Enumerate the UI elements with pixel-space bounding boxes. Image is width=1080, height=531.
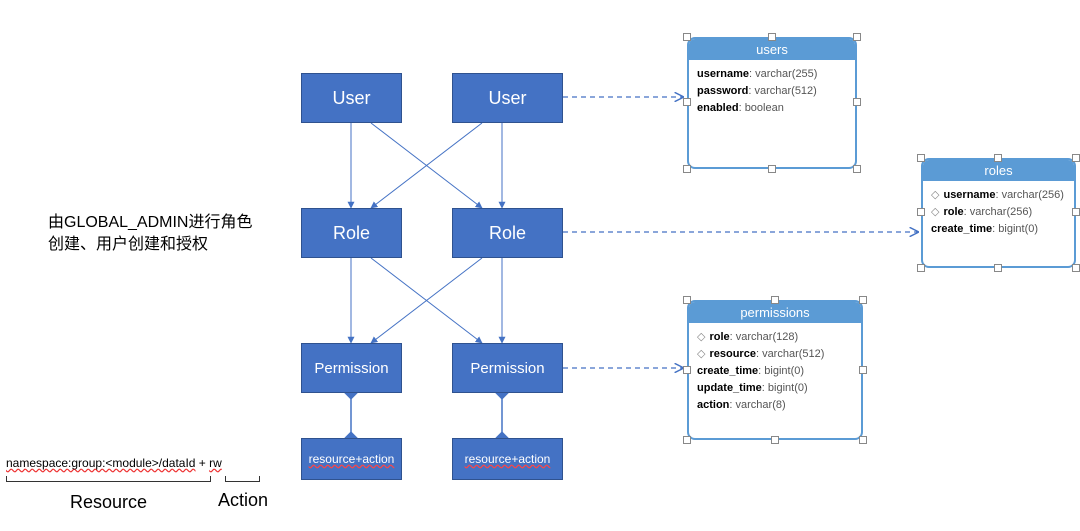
admin-note: 由GLOBAL_ADMIN进行角色创建、用户创建和授权 xyxy=(48,212,268,257)
role-box-2: Role xyxy=(452,208,563,258)
user-box-2: User xyxy=(452,73,563,123)
selection-handle[interactable] xyxy=(994,154,1002,162)
selection-handle[interactable] xyxy=(917,208,925,216)
resource-action-box-1: resource+action xyxy=(301,438,402,480)
db-field: ◇role: varchar(256) xyxy=(931,204,1066,221)
selection-handle[interactable] xyxy=(683,33,691,41)
resource-action-box-2: resource+action xyxy=(452,438,563,480)
db-roles-title: roles xyxy=(923,160,1074,181)
action-pattern: rw xyxy=(209,456,222,470)
db-table-roles: roles ◇username: varchar(256)◇role: varc… xyxy=(921,158,1076,268)
resource-format-line: namespace:group:<module>/dataId + rw xyxy=(6,456,222,470)
db-table-permissions: permissions ◇role: varchar(128)◇resource… xyxy=(687,300,863,440)
db-field: update_time: bigint(0) xyxy=(697,380,853,397)
selection-handle[interactable] xyxy=(859,296,867,304)
db-field: ◇resource: varchar(512) xyxy=(697,346,853,363)
db-field: password: varchar(512) xyxy=(697,83,847,100)
db-users-title: users xyxy=(689,39,855,60)
action-brace xyxy=(225,476,260,482)
user-box-1: User xyxy=(301,73,402,123)
selection-handle[interactable] xyxy=(917,154,925,162)
selection-handle[interactable] xyxy=(683,436,691,444)
db-field: create_time: bigint(0) xyxy=(697,363,853,380)
selection-handle[interactable] xyxy=(683,366,691,374)
selection-handle[interactable] xyxy=(771,296,779,304)
selection-handle[interactable] xyxy=(859,366,867,374)
selection-handle[interactable] xyxy=(768,33,776,41)
db-field: enabled: boolean xyxy=(697,100,847,117)
selection-handle[interactable] xyxy=(859,436,867,444)
db-field: ◇username: varchar(256) xyxy=(931,187,1066,204)
selection-handle[interactable] xyxy=(994,264,1002,272)
db-field: username: varchar(255) xyxy=(697,66,847,83)
resource-pattern: namespace:group:<module>/dataId xyxy=(6,456,195,470)
selection-handle[interactable] xyxy=(1072,208,1080,216)
selection-handle[interactable] xyxy=(683,165,691,173)
selection-handle[interactable] xyxy=(853,98,861,106)
resource-label: Resource xyxy=(70,492,147,513)
db-table-users: users username: varchar(255)password: va… xyxy=(687,37,857,169)
action-label: Action xyxy=(218,490,268,511)
selection-handle[interactable] xyxy=(771,436,779,444)
selection-handle[interactable] xyxy=(853,33,861,41)
db-field: create_time: bigint(0) xyxy=(931,221,1066,238)
selection-handle[interactable] xyxy=(853,165,861,173)
db-field: action: varchar(8) xyxy=(697,397,853,414)
selection-handle[interactable] xyxy=(683,98,691,106)
selection-handle[interactable] xyxy=(1072,264,1080,272)
db-field: ◇role: varchar(128) xyxy=(697,329,853,346)
resource-brace xyxy=(6,476,211,482)
selection-handle[interactable] xyxy=(768,165,776,173)
permission-box-2: Permission xyxy=(452,343,563,393)
selection-handle[interactable] xyxy=(1072,154,1080,162)
selection-handle[interactable] xyxy=(683,296,691,304)
selection-handle[interactable] xyxy=(917,264,925,272)
db-permissions-title: permissions xyxy=(689,302,861,323)
role-box-1: Role xyxy=(301,208,402,258)
permission-box-1: Permission xyxy=(301,343,402,393)
